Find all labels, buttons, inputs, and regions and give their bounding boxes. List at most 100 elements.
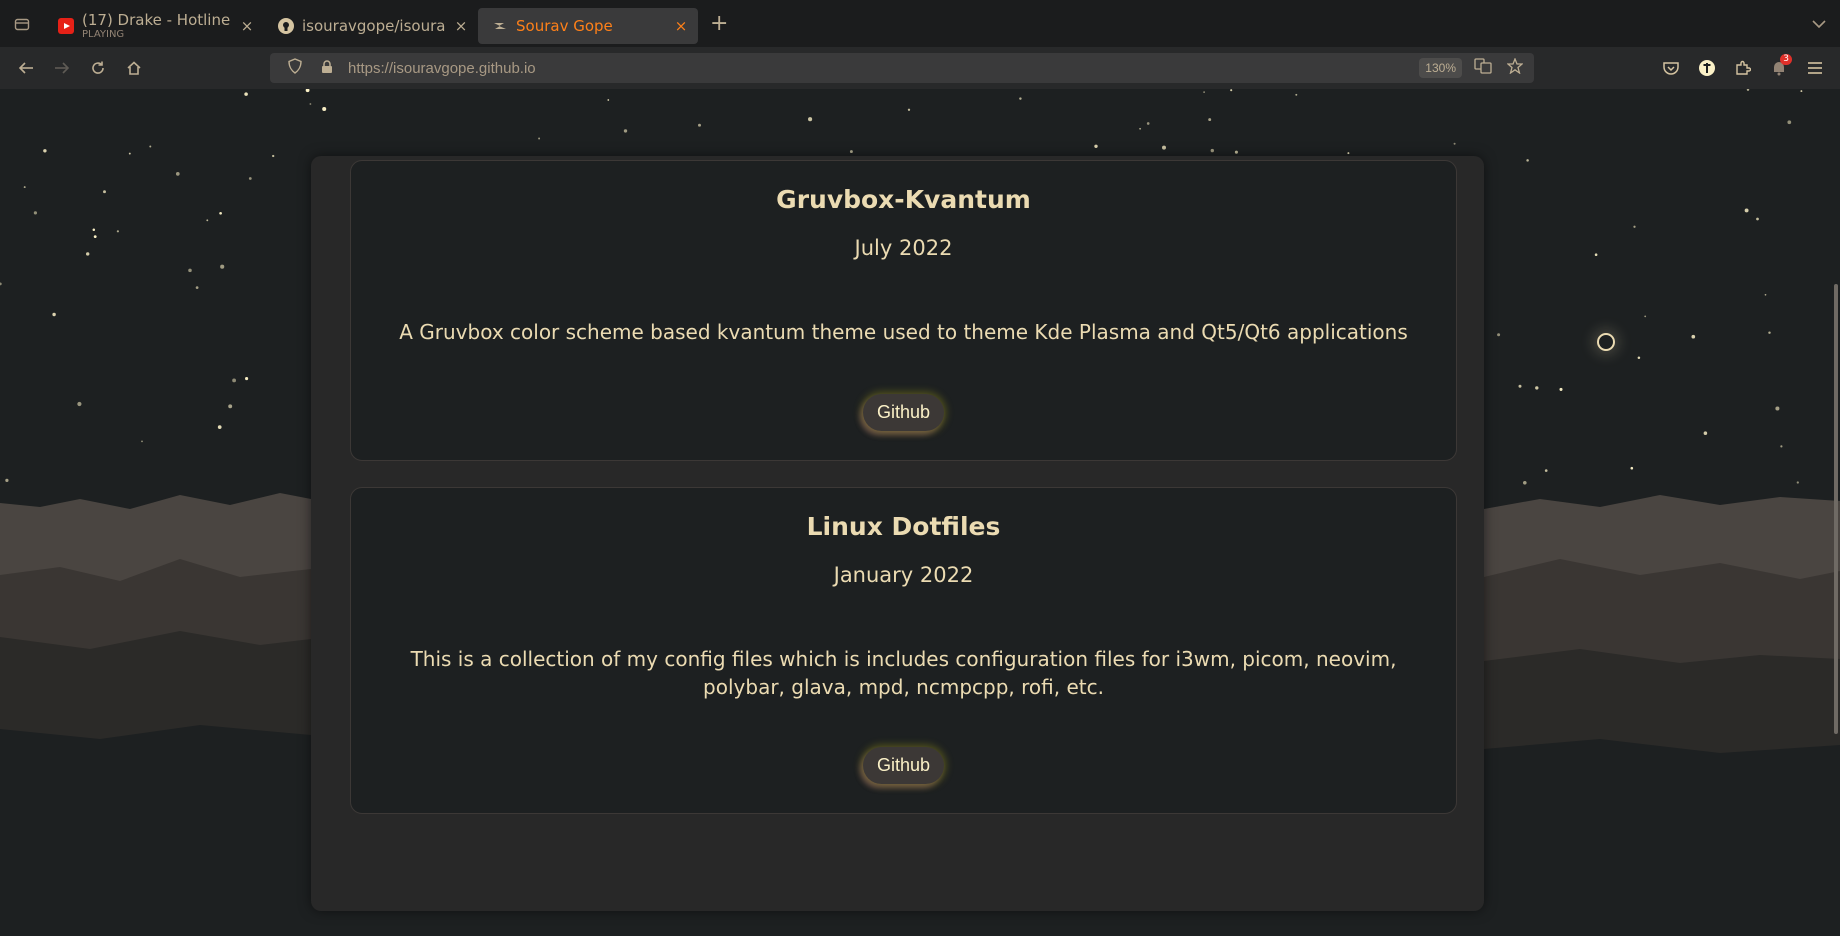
- star: [1764, 293, 1767, 296]
- password-manager-icon[interactable]: [1692, 52, 1722, 84]
- moon-cursor: [1597, 333, 1615, 351]
- new-tab-button[interactable]: +: [710, 11, 728, 36]
- star: [1295, 93, 1298, 96]
- tab-sourav-gope[interactable]: Sourav Gope ×: [478, 7, 698, 44]
- star: [1756, 217, 1759, 221]
- star: [1203, 91, 1205, 93]
- tab-github[interactable]: isouravgope/isouravgope ×: [264, 8, 478, 44]
- navigation-toolbar: https://isouravgope.github.io 130% 3: [0, 47, 1840, 89]
- tab-youtube[interactable]: (17) Drake - Hotline BlinPLAYING ×: [44, 8, 264, 44]
- star: [248, 177, 252, 180]
- star: [92, 228, 96, 231]
- address-bar[interactable]: https://isouravgope.github.io 130%: [270, 53, 1534, 83]
- star: [149, 145, 152, 148]
- star: [33, 211, 38, 215]
- star: [322, 106, 327, 112]
- menu-icon[interactable]: [1800, 52, 1830, 84]
- forward-icon[interactable]: [44, 52, 80, 84]
- list-all-tabs-icon[interactable]: [1812, 14, 1826, 33]
- star: [1594, 253, 1598, 256]
- projects-panel: Gruvbox-Kvantum July 2022 A Gruvbox colo…: [311, 156, 1484, 911]
- pocket-icon[interactable]: [1656, 52, 1686, 84]
- shield-icon[interactable]: [284, 58, 306, 78]
- star: [52, 312, 56, 317]
- star: [1234, 150, 1238, 154]
- close-icon[interactable]: ×: [674, 17, 688, 35]
- star: [77, 401, 82, 407]
- star: [538, 137, 541, 140]
- star: [217, 425, 222, 429]
- reload-icon[interactable]: [80, 52, 116, 84]
- page-scrollbar[interactable]: [1834, 284, 1838, 734]
- firefox-view-icon[interactable]: [0, 0, 44, 47]
- project-title: Gruvbox-Kvantum: [776, 185, 1031, 214]
- star: [907, 108, 911, 111]
- url-text[interactable]: https://isouravgope.github.io: [348, 60, 1409, 77]
- star: [1518, 384, 1522, 388]
- star: [1535, 386, 1539, 390]
- star: [188, 268, 192, 273]
- home-icon[interactable]: [116, 52, 152, 84]
- bookmark-star-icon[interactable]: [1504, 57, 1526, 78]
- star: [1019, 97, 1022, 100]
- site-icon: [492, 18, 508, 34]
- star: [1139, 127, 1142, 130]
- tab-title: Sourav Gope: [516, 16, 613, 35]
- star: [1094, 144, 1098, 148]
- star: [43, 149, 47, 153]
- github-button[interactable]: Github: [862, 747, 945, 784]
- zoom-level-button[interactable]: 130%: [1419, 58, 1462, 78]
- star: [244, 92, 248, 96]
- star: [1208, 118, 1212, 122]
- star: [1633, 225, 1636, 228]
- star: [0, 282, 2, 286]
- star: [116, 230, 119, 233]
- star: [623, 129, 628, 133]
- close-icon[interactable]: ×: [454, 17, 468, 35]
- toolbar-actions: 3: [1656, 52, 1830, 84]
- star: [607, 99, 610, 101]
- project-date: July 2022: [854, 236, 953, 260]
- back-icon[interactable]: [8, 52, 44, 84]
- star: [1768, 331, 1771, 334]
- star: [309, 103, 312, 105]
- star: [228, 404, 233, 409]
- star: [141, 440, 143, 443]
- star: [1230, 89, 1233, 92]
- star: [128, 152, 131, 155]
- star: [232, 378, 237, 383]
- youtube-icon: [58, 17, 74, 34]
- star: [1630, 466, 1634, 470]
- star: [93, 235, 97, 239]
- star: [245, 377, 249, 381]
- star: [175, 172, 180, 176]
- extensions-icon[interactable]: [1728, 52, 1758, 84]
- star: [195, 286, 199, 289]
- star: [23, 186, 26, 189]
- star: [1347, 152, 1350, 155]
- star: [219, 211, 222, 215]
- notification-badge: 3: [1780, 54, 1792, 65]
- tab-title: (17) Drake - Hotline Blin: [82, 11, 232, 29]
- star: [272, 154, 275, 158]
- page-content: Gruvbox-Kvantum July 2022 A Gruvbox colo…: [0, 89, 1840, 936]
- close-icon[interactable]: ×: [240, 17, 254, 35]
- translate-icon[interactable]: [1472, 58, 1494, 78]
- tab-title: isouravgope/isouravgope: [302, 16, 446, 35]
- star: [1146, 122, 1150, 125]
- project-date: January 2022: [833, 563, 974, 587]
- star: [1796, 481, 1799, 484]
- star: [1703, 431, 1708, 435]
- star: [1526, 159, 1529, 162]
- star: [86, 252, 90, 256]
- star: [305, 89, 310, 93]
- star: [1780, 445, 1783, 448]
- lock-icon[interactable]: [316, 59, 338, 78]
- star: [5, 478, 9, 483]
- github-icon: [278, 17, 294, 34]
- notifications-icon[interactable]: 3: [1764, 52, 1794, 84]
- star: [1644, 315, 1647, 318]
- github-button[interactable]: Github: [862, 394, 945, 431]
- star: [1210, 148, 1214, 153]
- star: [1544, 469, 1548, 472]
